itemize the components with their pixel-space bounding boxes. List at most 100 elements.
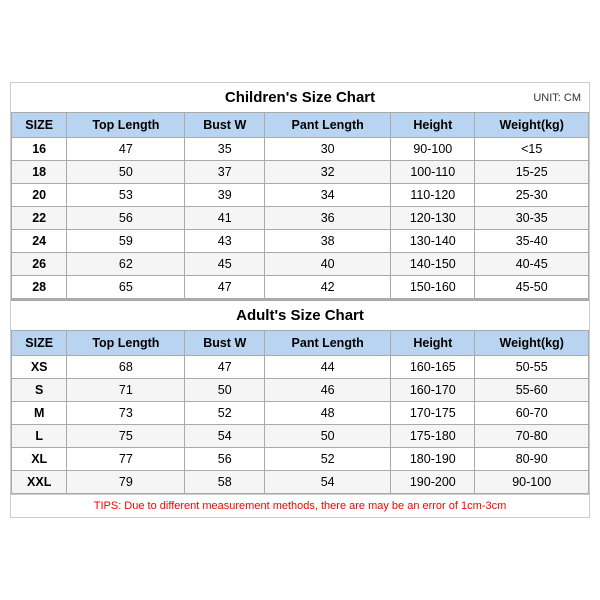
children-title-text: Children's Size Chart bbox=[225, 89, 375, 106]
data-cell: 30 bbox=[265, 138, 391, 161]
size-cell: XS bbox=[12, 356, 67, 379]
col-weight: Weight(kg) bbox=[475, 113, 589, 138]
data-cell: 110-120 bbox=[391, 184, 475, 207]
table-row: 18503732100-11015-25 bbox=[12, 161, 589, 184]
size-cell: XL bbox=[12, 448, 67, 471]
size-cell: S bbox=[12, 379, 67, 402]
data-cell: 39 bbox=[185, 184, 265, 207]
data-cell: 75 bbox=[67, 425, 185, 448]
data-cell: 35 bbox=[185, 138, 265, 161]
table-row: 20533934110-12025-30 bbox=[12, 184, 589, 207]
data-cell: 80-90 bbox=[475, 448, 589, 471]
col-bust-w-adult: Bust W bbox=[185, 331, 265, 356]
col-height-adult: Height bbox=[391, 331, 475, 356]
data-cell: 47 bbox=[67, 138, 185, 161]
col-height: Height bbox=[391, 113, 475, 138]
table-row: S715046160-17055-60 bbox=[12, 379, 589, 402]
size-chart-container: Children's Size Chart UNIT: CM SIZE Top … bbox=[10, 82, 590, 518]
size-cell: 16 bbox=[12, 138, 67, 161]
data-cell: 60-70 bbox=[475, 402, 589, 425]
data-cell: 52 bbox=[265, 448, 391, 471]
size-cell: 28 bbox=[12, 276, 67, 299]
col-top-length: Top Length bbox=[67, 113, 185, 138]
data-cell: 175-180 bbox=[391, 425, 475, 448]
data-cell: 73 bbox=[67, 402, 185, 425]
size-cell: 24 bbox=[12, 230, 67, 253]
data-cell: 70-80 bbox=[475, 425, 589, 448]
data-cell: 54 bbox=[265, 471, 391, 494]
data-cell: 140-150 bbox=[391, 253, 475, 276]
data-cell: 43 bbox=[185, 230, 265, 253]
adults-table-body: XS684744160-16550-55S715046160-17055-60M… bbox=[12, 356, 589, 494]
data-cell: 35-40 bbox=[475, 230, 589, 253]
children-section-title: Children's Size Chart UNIT: CM bbox=[11, 83, 589, 112]
col-pant-length-adult: Pant Length bbox=[265, 331, 391, 356]
data-cell: 32 bbox=[265, 161, 391, 184]
data-cell: 100-110 bbox=[391, 161, 475, 184]
data-cell: 45-50 bbox=[475, 276, 589, 299]
table-row: 28654742150-16045-50 bbox=[12, 276, 589, 299]
data-cell: 59 bbox=[67, 230, 185, 253]
data-cell: 170-175 bbox=[391, 402, 475, 425]
tips-text: TIPS: Due to different measurement metho… bbox=[11, 494, 589, 517]
data-cell: 90-100 bbox=[475, 471, 589, 494]
data-cell: 53 bbox=[67, 184, 185, 207]
col-pant-length: Pant Length bbox=[265, 113, 391, 138]
data-cell: 46 bbox=[265, 379, 391, 402]
data-cell: 42 bbox=[265, 276, 391, 299]
children-table-body: 1647353090-100<1518503732100-11015-25205… bbox=[12, 138, 589, 299]
table-row: XXL795854190-20090-100 bbox=[12, 471, 589, 494]
data-cell: 58 bbox=[185, 471, 265, 494]
size-cell: 18 bbox=[12, 161, 67, 184]
adults-title-text: Adult's Size Chart bbox=[236, 307, 364, 324]
data-cell: 130-140 bbox=[391, 230, 475, 253]
data-cell: 160-165 bbox=[391, 356, 475, 379]
col-size-adult: SIZE bbox=[12, 331, 67, 356]
table-row: XS684744160-16550-55 bbox=[12, 356, 589, 379]
children-size-table: SIZE Top Length Bust W Pant Length Heigh… bbox=[11, 112, 589, 299]
adults-section-title: Adult's Size Chart bbox=[11, 299, 589, 330]
col-size: SIZE bbox=[12, 113, 67, 138]
size-cell: M bbox=[12, 402, 67, 425]
data-cell: 62 bbox=[67, 253, 185, 276]
size-cell: 20 bbox=[12, 184, 67, 207]
data-cell: 37 bbox=[185, 161, 265, 184]
table-row: 26624540140-15040-45 bbox=[12, 253, 589, 276]
data-cell: 90-100 bbox=[391, 138, 475, 161]
data-cell: 150-160 bbox=[391, 276, 475, 299]
adults-size-table: SIZE Top Length Bust W Pant Length Heigh… bbox=[11, 330, 589, 494]
col-bust-w: Bust W bbox=[185, 113, 265, 138]
data-cell: 34 bbox=[265, 184, 391, 207]
table-row: 22564136120-13030-35 bbox=[12, 207, 589, 230]
table-row: L755450175-18070-80 bbox=[12, 425, 589, 448]
data-cell: 15-25 bbox=[475, 161, 589, 184]
data-cell: 160-170 bbox=[391, 379, 475, 402]
size-cell: XXL bbox=[12, 471, 67, 494]
size-cell: L bbox=[12, 425, 67, 448]
data-cell: 77 bbox=[67, 448, 185, 471]
data-cell: 50 bbox=[185, 379, 265, 402]
data-cell: 30-35 bbox=[475, 207, 589, 230]
data-cell: 68 bbox=[67, 356, 185, 379]
data-cell: 79 bbox=[67, 471, 185, 494]
data-cell: 47 bbox=[185, 356, 265, 379]
data-cell: 47 bbox=[185, 276, 265, 299]
data-cell: 71 bbox=[67, 379, 185, 402]
table-row: M735248170-17560-70 bbox=[12, 402, 589, 425]
data-cell: 55-60 bbox=[475, 379, 589, 402]
data-cell: 25-30 bbox=[475, 184, 589, 207]
adults-header-row: SIZE Top Length Bust W Pant Length Heigh… bbox=[12, 331, 589, 356]
data-cell: 40 bbox=[265, 253, 391, 276]
data-cell: 56 bbox=[67, 207, 185, 230]
data-cell: <15 bbox=[475, 138, 589, 161]
data-cell: 36 bbox=[265, 207, 391, 230]
data-cell: 180-190 bbox=[391, 448, 475, 471]
unit-label: UNIT: CM bbox=[533, 92, 581, 104]
data-cell: 40-45 bbox=[475, 253, 589, 276]
data-cell: 190-200 bbox=[391, 471, 475, 494]
data-cell: 38 bbox=[265, 230, 391, 253]
data-cell: 50-55 bbox=[475, 356, 589, 379]
table-row: XL775652180-19080-90 bbox=[12, 448, 589, 471]
data-cell: 44 bbox=[265, 356, 391, 379]
table-row: 1647353090-100<15 bbox=[12, 138, 589, 161]
